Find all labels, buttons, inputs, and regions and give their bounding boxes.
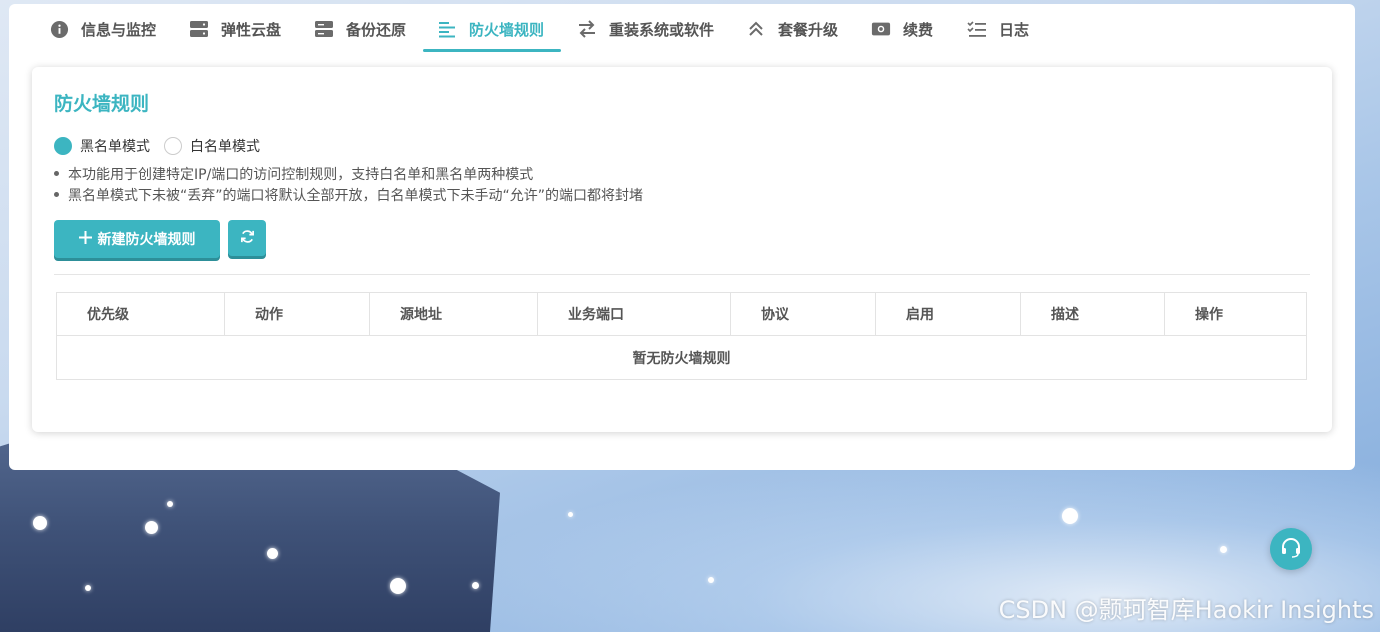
info-icon	[49, 19, 69, 39]
tab-bar: 信息与监控 弹性云盘 备份还原 防火墙规则 重装系统或软件 套餐升级 续费 日志	[9, 4, 1355, 56]
snowflake	[33, 516, 47, 530]
column-header-description[interactable]: 描述	[1021, 293, 1165, 335]
tab-reinstall-system[interactable]: 重装系统或软件	[577, 4, 714, 54]
main-panel: 信息与监控 弹性云盘 备份还原 防火墙规则 重装系统或软件 套餐升级 续费 日志…	[9, 4, 1355, 470]
tab-label: 信息与监控	[81, 20, 157, 39]
radio-whitelist-mode[interactable]: 白名单模式	[164, 136, 260, 156]
snowflake	[1062, 508, 1078, 524]
radio-blacklist-mode[interactable]: 黑名单模式	[54, 136, 150, 156]
customer-support-button[interactable]	[1270, 528, 1312, 570]
snowflake	[145, 521, 158, 534]
tab-label: 续费	[903, 20, 934, 39]
refresh-icon	[240, 229, 255, 248]
page-title: 防火墙规则	[54, 93, 150, 115]
snowflake	[472, 582, 479, 589]
tab-renewal[interactable]: 续费	[871, 4, 933, 54]
snowflake	[85, 585, 91, 591]
snowflake	[390, 578, 406, 594]
checklist-icon	[967, 19, 987, 39]
note-item: 黑名单模式下未被“丢弃”的端口将默认全部开放，白名单模式下未手动“允许”的端口都…	[54, 186, 643, 207]
radio-unchecked-icon	[164, 137, 182, 155]
money-icon	[871, 19, 891, 39]
help-notes: 本功能用于创建特定IP/端口的访问控制规则，支持白名单和黑名单两种模式 黑名单模…	[54, 165, 643, 207]
radio-label: 白名单模式	[190, 139, 260, 155]
tab-elastic-disk[interactable]: 弹性云盘	[189, 4, 281, 54]
column-header-source-address[interactable]: 源地址	[370, 293, 538, 335]
firewall-card: 防火墙规则 黑名单模式 白名单模式 本功能用于创建特定IP/端口的访问控制规则，…	[32, 67, 1332, 432]
radio-checked-icon	[54, 137, 72, 155]
snowflake	[267, 548, 278, 559]
backup-icon	[314, 19, 334, 39]
snowflake	[167, 501, 173, 507]
tab-info-monitor[interactable]: 信息与监控	[49, 4, 156, 54]
column-header-service-port[interactable]: 业务端口	[538, 293, 731, 335]
swap-icon	[577, 19, 597, 39]
empty-table-message: 暂无防火墙规则	[632, 350, 731, 367]
column-header-action[interactable]: 动作	[225, 293, 370, 335]
mode-selector: 黑名单模式 白名单模式	[54, 136, 274, 156]
tab-plan-upgrade[interactable]: 套餐升级	[746, 4, 838, 54]
tab-logs[interactable]: 日志	[967, 4, 1029, 54]
tab-label: 防火墙规则	[469, 20, 545, 39]
refresh-button[interactable]	[228, 220, 266, 256]
divider	[54, 274, 1310, 275]
firewall-rules-table: 优先级 动作 源地址 业务端口 协议 启用 描述 操作 暂无防火墙规则	[56, 292, 1307, 380]
watermark-text: CSDN @颢珂智库Haokir Insights	[998, 596, 1374, 624]
plus-icon	[78, 230, 92, 248]
active-tab-indicator	[423, 49, 561, 52]
disk-icon	[189, 19, 209, 39]
column-header-protocol[interactable]: 协议	[731, 293, 876, 335]
table-header: 优先级 动作 源地址 业务端口 协议 启用 描述 操作	[57, 293, 1306, 336]
upgrade-icon	[746, 19, 766, 39]
column-header-enabled[interactable]: 启用	[876, 293, 1021, 335]
tab-backup-restore[interactable]: 备份还原	[314, 4, 406, 54]
column-header-priority[interactable]: 优先级	[57, 293, 225, 335]
tab-label: 重装系统或软件	[609, 20, 715, 39]
tab-label: 日志	[999, 20, 1030, 39]
tab-label: 备份还原	[346, 20, 407, 39]
list-icon	[437, 19, 457, 39]
snowflake	[568, 512, 573, 517]
tab-firewall-rules[interactable]: 防火墙规则	[437, 4, 544, 54]
tab-label: 套餐升级	[778, 20, 839, 39]
snowflake	[708, 577, 714, 583]
button-label: 新建防火墙规则	[97, 232, 196, 248]
radio-label: 黑名单模式	[80, 139, 150, 155]
headset-icon	[1279, 535, 1303, 563]
new-firewall-rule-button[interactable]: 新建防火墙规则	[54, 220, 220, 258]
tab-label: 弹性云盘	[221, 20, 282, 39]
column-header-operations[interactable]: 操作	[1165, 293, 1306, 335]
note-item: 本功能用于创建特定IP/端口的访问控制规则，支持白名单和黑名单两种模式	[54, 165, 643, 186]
snowflake	[1220, 546, 1227, 553]
